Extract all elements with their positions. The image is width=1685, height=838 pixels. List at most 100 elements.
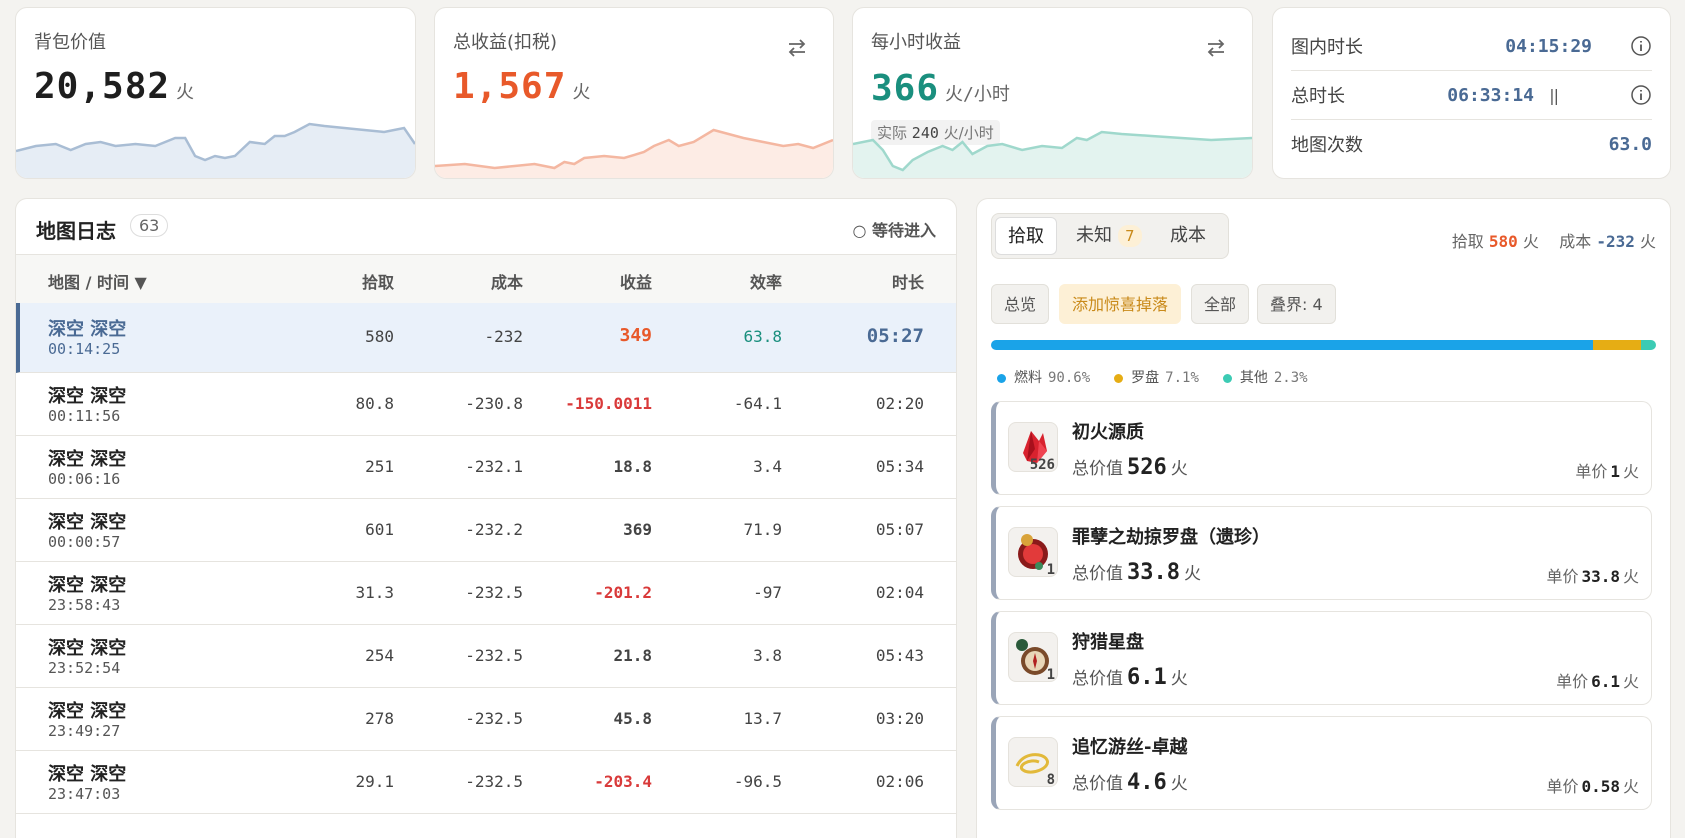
tab-unknown[interactable]: 未知 7 — [1064, 217, 1154, 255]
loot-summary: 拾取 580 火 成本 -232 火 — [1451, 232, 1656, 251]
bag-value-sparkline — [16, 122, 415, 178]
other-segment — [1640, 340, 1656, 350]
info-icon[interactable] — [1630, 35, 1652, 57]
pause-icon[interactable]: || — [1549, 86, 1559, 105]
column-duration[interactable]: 时长 — [892, 269, 924, 293]
loot-tab-switch: 拾取 未知 7 成本 — [991, 213, 1229, 259]
income-cell: -150.0011 — [565, 394, 652, 413]
swap-icon[interactable] — [1204, 36, 1228, 60]
loot-composition-bar — [991, 340, 1656, 350]
column-pickup[interactable]: 拾取 — [362, 269, 394, 293]
map-count-value: 63.0 — [1608, 133, 1652, 155]
hourly-income-sparkline — [853, 130, 1252, 178]
total-income-title: 总收益(扣税) — [453, 32, 558, 53]
table-row[interactable]: 深空 深空 00:11:56 80.8 -230.8 -150.0011 -64… — [16, 373, 956, 436]
income-cell: 21.8 — [613, 646, 652, 665]
income-cell: -203.4 — [594, 772, 652, 791]
item-total-value: 总价值 6.1 火 — [1072, 665, 1188, 690]
item-unit-price: 单价 0.58 火 — [1546, 777, 1639, 796]
loot-item[interactable]: 1 狩猎星盘 总价值 6.1 火 单价 6.1 火 — [991, 611, 1652, 705]
thread-icon: 8 — [1008, 737, 1058, 788]
map-time: 00:11:56 — [48, 407, 121, 425]
summary-pickup-value: 580 — [1488, 232, 1518, 251]
fuel-segment — [991, 340, 1594, 350]
loot-item[interactable]: 1 罪孽之劫掠罗盘（遗珍） 总价值 33.8 火 单价 33.8 火 — [991, 506, 1652, 600]
swap-icon[interactable] — [785, 36, 809, 60]
total-duration-label: 总时长 — [1291, 86, 1345, 107]
item-total-value: 总价值 33.8 火 — [1072, 560, 1201, 585]
legend-fuel: 燃料 90.6% — [997, 367, 1090, 387]
efficiency-cell: -64.1 — [733, 394, 782, 413]
all-chip[interactable]: 全部 — [1191, 284, 1250, 324]
map-log-panel: 地图日志 63 ○ 等待进入 地图 / 时间 ▼ 拾取 成本 收益 效率 时长 … — [15, 198, 957, 838]
income-cell: 18.8 — [613, 457, 652, 476]
in-map-duration-row: 图内时长 04:15:29 — [1291, 22, 1652, 71]
table-row[interactable]: 深空 深空 23:58:43 31.3 -232.5 -201.2 -97 02… — [16, 562, 956, 625]
pickup-cell: 29.1 — [355, 772, 394, 791]
cost-cell: -232.5 — [465, 772, 523, 791]
map-name: 深空 深空 — [48, 319, 127, 340]
map-log-header: 地图日志 63 ○ 等待进入 — [16, 199, 956, 254]
map-log-title: 地图日志 — [36, 219, 116, 243]
table-row[interactable]: 深空 深空 00:00:57 601 -232.2 369 71.9 05:07 — [16, 499, 956, 562]
add-surprise-drop-chip[interactable]: 添加惊喜掉落 — [1059, 284, 1182, 324]
pickup-cell: 80.8 — [355, 394, 394, 413]
table-row[interactable]: 深空 深空 23:49:27 278 -232.5 45.8 13.7 03:2… — [16, 688, 956, 751]
table-row[interactable]: 深空 深空 23:47:03 29.1 -232.5 -203.4 -96.5 … — [16, 751, 956, 814]
summary-cost-value: -232 — [1596, 232, 1635, 251]
in-map-duration-value: 04:15:29 — [1505, 35, 1592, 57]
efficiency-cell: 3.8 — [753, 646, 782, 665]
income-cell: 349 — [619, 325, 652, 346]
table-header: 地图 / 时间 ▼ 拾取 成本 收益 效率 时长 — [16, 254, 956, 304]
income-cell: 369 — [623, 520, 652, 539]
map-name: 深空 深空 — [48, 575, 127, 596]
loot-item[interactable]: 526 初火源质 总价值 526 火 单价 1 火 — [991, 401, 1652, 495]
column-map-time[interactable]: 地图 / 时间 ▼ — [48, 269, 147, 293]
efficiency-cell: 3.4 — [753, 457, 782, 476]
overview-chip[interactable]: 总览 — [991, 284, 1050, 324]
column-cost[interactable]: 成本 — [491, 269, 523, 293]
table-row[interactable]: 深空 深空 00:14:25 580 -232 349 63.8 05:27 — [16, 303, 956, 373]
compass-icon: 1 — [1008, 527, 1058, 578]
table-row[interactable]: 深空 深空 00:06:16 251 -232.1 18.8 3.4 05:34 — [16, 436, 956, 499]
table-row[interactable]: 深空 深空 23:52:54 254 -232.5 21.8 3.8 05:43 — [16, 625, 956, 688]
total-duration-row: 总时长 06:33:14 || — [1291, 71, 1652, 120]
item-quantity: 8 — [1046, 772, 1055, 788]
map-time: 23:58:43 — [48, 596, 121, 614]
astrolabe-icon: 1 — [1008, 632, 1058, 683]
efficiency-cell: 63.8 — [743, 327, 782, 346]
item-unit-price: 单价 6.1 火 — [1556, 672, 1639, 691]
pickup-cell: 251 — [365, 457, 394, 476]
unknown-count-badge: 7 — [1118, 225, 1142, 247]
cost-cell: -232.5 — [465, 709, 523, 728]
waiting-status: ○ 等待进入 — [852, 221, 936, 240]
tab-cost[interactable]: 成本 — [1158, 217, 1218, 255]
column-efficiency[interactable]: 效率 — [750, 269, 782, 293]
tab-pickup[interactable]: 拾取 — [995, 217, 1057, 255]
map-name: 深空 深空 — [48, 701, 127, 722]
map-count-label: 地图次数 — [1291, 135, 1363, 156]
map-count-row: 地图次数 63.0 — [1291, 120, 1652, 168]
loot-item[interactable]: 8 追忆游丝-卓越 总价值 4.6 火 单价 0.58 火 — [991, 716, 1652, 810]
map-time: 23:47:03 — [48, 785, 121, 803]
duration-cell: 05:07 — [875, 520, 924, 539]
map-name: 深空 深空 — [48, 386, 127, 407]
stack-realm-chip[interactable]: 叠界: 4 — [1257, 284, 1336, 324]
total-income-value: 1,567 火 — [453, 66, 591, 107]
column-income[interactable]: 收益 — [620, 269, 652, 293]
bag-value-unit: 火 — [176, 82, 195, 103]
map-time: 23:52:54 — [48, 659, 121, 677]
total-income-unit: 火 — [572, 82, 591, 103]
info-icon[interactable] — [1630, 84, 1652, 106]
duration-cell: 03:20 — [875, 709, 924, 728]
cost-cell: -232.2 — [465, 520, 523, 539]
hourly-income-title: 每小时收益 — [871, 32, 961, 53]
bag-value-title: 背包价值 — [34, 32, 106, 53]
duration-cell: 05:43 — [875, 646, 924, 665]
efficiency-cell: -97 — [753, 583, 782, 602]
efficiency-cell: 71.9 — [743, 520, 782, 539]
map-time: 00:00:57 — [48, 533, 121, 551]
in-map-duration-label: 图内时长 — [1291, 37, 1363, 58]
item-unit-price: 单价 33.8 火 — [1546, 567, 1639, 586]
loot-panel: 拾取 未知 7 成本 拾取 580 火 成本 -232 火 总览 添加惊喜掉落 全… — [976, 198, 1671, 838]
